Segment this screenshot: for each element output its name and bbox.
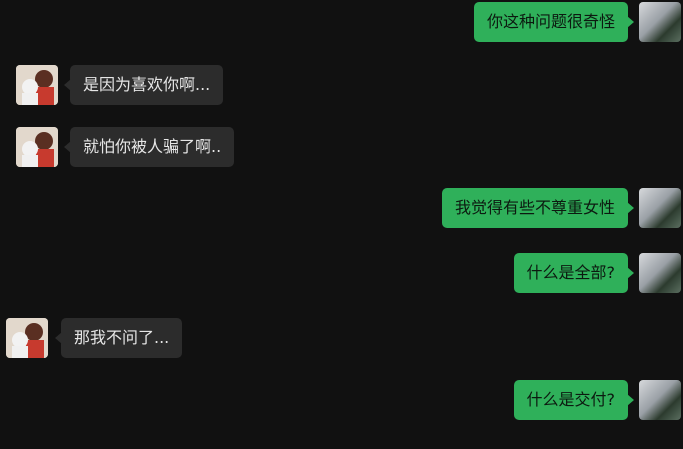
bubble-tail: [55, 332, 62, 344]
message-row: 你这种问题很奇怪: [0, 2, 683, 46]
contact-avatar[interactable]: [16, 127, 58, 167]
message-bubble-received[interactable]: 就怕你被人骗了啊..: [64, 127, 235, 167]
message-text: 那我不问了...: [74, 328, 170, 347]
message-row: 什么是交付?: [0, 380, 683, 424]
bubble-tail: [64, 79, 71, 91]
self-avatar[interactable]: [639, 2, 681, 42]
message-bubble-sent[interactable]: 什么是交付?: [513, 380, 634, 420]
bubble-tail: [627, 202, 634, 214]
bubble-tail: [64, 141, 71, 153]
cartoon-couple-icon: [16, 65, 58, 105]
cartoon-couple-icon: [16, 127, 58, 167]
message-row: 是因为喜欢你啊...: [0, 65, 683, 109]
message-row: 我觉得有些不尊重女性: [0, 188, 683, 232]
message-bubble-received[interactable]: 是因为喜欢你啊...: [64, 65, 224, 105]
self-avatar[interactable]: [639, 380, 681, 420]
message-bubble-received[interactable]: 那我不问了...: [55, 318, 183, 358]
bubble-tail: [627, 16, 634, 28]
message-text: 什么是全部?: [526, 263, 616, 282]
bubble-tail: [627, 394, 634, 406]
contact-avatar[interactable]: [6, 318, 48, 358]
message-row: 就怕你被人骗了啊..: [0, 127, 683, 171]
message-bubble-sent[interactable]: 什么是全部?: [513, 253, 634, 293]
message-row: 什么是全部?: [0, 253, 683, 297]
contact-avatar[interactable]: [16, 65, 58, 105]
message-bubble-sent[interactable]: 我觉得有些不尊重女性: [441, 188, 634, 228]
message-text: 你这种问题很奇怪: [486, 12, 615, 31]
bubble-tail: [627, 267, 634, 279]
cartoon-couple-icon: [6, 318, 48, 358]
message-bubble-sent[interactable]: 你这种问题很奇怪: [473, 2, 634, 42]
message-text: 是因为喜欢你啊...: [83, 75, 211, 94]
self-avatar[interactable]: [639, 188, 681, 228]
self-avatar[interactable]: [639, 253, 681, 293]
message-row: 那我不问了...: [0, 318, 683, 362]
message-text: 什么是交付?: [526, 390, 616, 409]
message-text: 就怕你被人骗了啊..: [83, 137, 222, 156]
message-text: 我觉得有些不尊重女性: [454, 198, 615, 217]
